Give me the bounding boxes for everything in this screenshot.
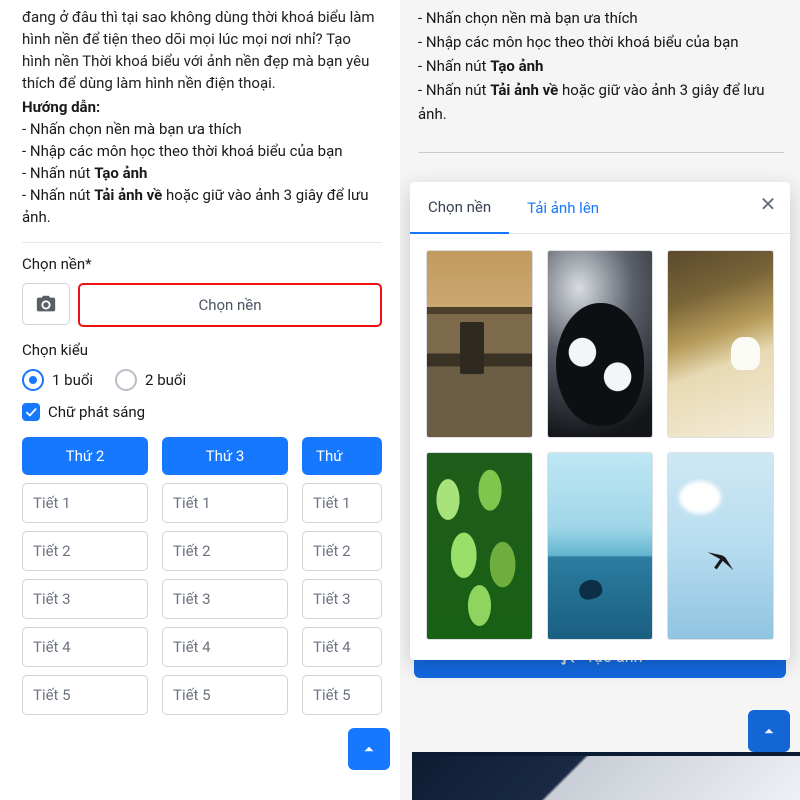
guide-line: - Nhập các môn học theo thời khoá biểu c… xyxy=(22,140,382,162)
guide-line: - Nhấn chọn nền mà bạn ưa thích xyxy=(22,118,382,140)
scroll-top-button[interactable] xyxy=(348,728,390,770)
background-content: - Nhấn chọn nền mà bạn ưa thích - Nhập c… xyxy=(400,0,800,153)
radio-label: 2 buổi xyxy=(145,371,186,389)
day-column: Thứ Tiết 1 Tiết 2 Tiết 3 Tiết 4 Tiết 5 xyxy=(302,437,382,715)
radio-2-sessions[interactable]: 2 buổi xyxy=(115,369,186,391)
day-header: Thứ xyxy=(302,437,382,475)
period-cell[interactable]: Tiết 1 xyxy=(162,483,288,523)
background-thumb[interactable] xyxy=(426,250,533,438)
period-cell[interactable]: Tiết 3 xyxy=(162,579,288,619)
chevron-up-icon xyxy=(760,722,778,740)
period-cell[interactable]: Tiết 2 xyxy=(302,531,382,571)
period-cell[interactable]: Tiết 2 xyxy=(162,531,288,571)
period-cell[interactable]: Tiết 1 xyxy=(22,483,148,523)
period-cell[interactable]: Tiết 4 xyxy=(22,627,148,667)
background-thumb[interactable] xyxy=(667,452,774,640)
period-cell[interactable]: Tiết 4 xyxy=(302,627,382,667)
guide-heading: Hướng dẫn: xyxy=(22,96,382,118)
background-label: Chọn nền* xyxy=(22,255,382,273)
period-cell[interactable]: Tiết 3 xyxy=(22,579,148,619)
background-thumb[interactable] xyxy=(667,250,774,438)
background-thumb[interactable] xyxy=(426,452,533,640)
background-thumb[interactable] xyxy=(547,250,654,438)
intro-text: đang ở đâu thì tại sao không dùng thời k… xyxy=(22,6,382,94)
period-cell[interactable]: Tiết 2 xyxy=(22,531,148,571)
guide-line: - Nhấn nút Tải ảnh về hoặc giữ vào ảnh 3… xyxy=(418,78,784,126)
tab-choose-background[interactable]: Chọn nền xyxy=(410,182,509,234)
period-cell[interactable]: Tiết 4 xyxy=(162,627,288,667)
day-header: Thứ 3 xyxy=(162,437,288,475)
divider xyxy=(22,242,382,243)
period-cell[interactable]: Tiết 5 xyxy=(302,675,382,715)
checkbox-checked-icon xyxy=(22,403,40,421)
day-header: Thứ 2 xyxy=(22,437,148,475)
ad-banner[interactable] xyxy=(412,752,800,800)
period-cell[interactable]: Tiết 3 xyxy=(302,579,382,619)
guide-line: - Nhấn nút Tạo ảnh xyxy=(418,54,784,78)
camera-button[interactable] xyxy=(22,283,70,325)
radio-1-session[interactable]: 1 buổi xyxy=(22,369,93,391)
choose-background-button[interactable]: Chọn nền xyxy=(78,283,382,327)
period-cell[interactable]: Tiết 5 xyxy=(162,675,288,715)
close-icon: ✕ xyxy=(760,192,777,216)
background-grid xyxy=(410,234,790,646)
close-button[interactable]: ✕ xyxy=(754,190,782,218)
guide-line: - Nhấn nút Tải ảnh về hoặc giữ vào ảnh 3… xyxy=(22,184,382,228)
right-screenshot: - Nhấn chọn nền mà bạn ưa thích - Nhập c… xyxy=(400,0,800,800)
chevron-up-icon xyxy=(360,740,378,758)
day-column: Thứ 2 Tiết 1 Tiết 2 Tiết 3 Tiết 4 Tiết 5 xyxy=(22,437,148,715)
style-label: Chọn kiểu xyxy=(22,341,382,359)
checkbox-label: Chữ phát sáng xyxy=(48,403,145,421)
background-thumb[interactable] xyxy=(547,452,654,640)
glow-text-checkbox[interactable]: Chữ phát sáng xyxy=(22,403,382,421)
left-screenshot: đang ở đâu thì tại sao không dùng thời k… xyxy=(0,0,401,800)
scroll-top-button[interactable] xyxy=(748,710,790,752)
guide-line: - Nhấn chọn nền mà bạn ưa thích xyxy=(418,6,784,30)
radio-label: 1 buổi xyxy=(52,371,93,389)
guide-line: - Nhập các môn học theo thời khoá biểu c… xyxy=(418,30,784,54)
period-cell[interactable]: Tiết 1 xyxy=(302,483,382,523)
schedule-grid: Thứ 2 Tiết 1 Tiết 2 Tiết 3 Tiết 4 Tiết 5… xyxy=(22,437,382,715)
period-cell[interactable]: Tiết 5 xyxy=(22,675,148,715)
tab-upload-image[interactable]: Tải ảnh lên xyxy=(509,183,617,233)
camera-icon xyxy=(35,293,57,315)
guide-line: - Nhấn nút Tạo ảnh xyxy=(22,162,382,184)
background-picker-modal: Chọn nền Tải ảnh lên ✕ xyxy=(410,182,790,660)
modal-tabs: Chọn nền Tải ảnh lên ✕ xyxy=(410,182,790,234)
day-column: Thứ 3 Tiết 1 Tiết 2 Tiết 3 Tiết 4 Tiết 5 xyxy=(162,437,288,715)
